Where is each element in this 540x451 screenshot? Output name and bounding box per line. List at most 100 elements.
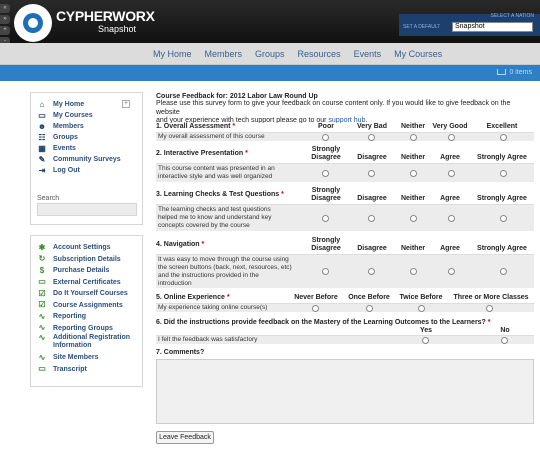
logo-icon[interactable] (14, 4, 52, 42)
column-header: Excellent (486, 123, 518, 130)
dollar-icon: $ (39, 265, 45, 275)
nav-my-home[interactable]: My Home (153, 49, 192, 59)
radio-option[interactable] (500, 170, 507, 177)
sidebar-item-account-settings[interactable]: ✱ Account Settings (37, 242, 142, 254)
radio-option[interactable] (448, 134, 455, 141)
column-header: Yes (419, 327, 433, 334)
sidebar-item-reporting[interactable]: ∿ Reporting (37, 311, 142, 323)
search-input[interactable] (37, 203, 137, 216)
statement: My experience taking online course(s) (158, 304, 268, 311)
monitor-icon: ▭ (38, 110, 46, 120)
nav-groups[interactable]: Groups (255, 49, 285, 59)
sidebar-item-external-certificates[interactable]: ▭ External Certificates (37, 277, 142, 289)
select-nation-label[interactable]: SELECT A NATION (491, 13, 534, 19)
sidebar-item-transcript[interactable]: ▭ Transcript (37, 364, 142, 376)
sidebar-item-purchase-details[interactable]: $ Purchase Details (37, 265, 142, 277)
radio-option[interactable] (500, 215, 507, 222)
column-header: Never Before (294, 294, 338, 301)
sidebar-item-site-members[interactable]: ∿ Site Members (37, 352, 142, 364)
radio-option[interactable] (368, 268, 375, 275)
radio-option[interactable] (500, 268, 507, 275)
column-header: Disagree (357, 154, 387, 161)
leave-feedback-button[interactable]: Leave Feedback (156, 431, 214, 444)
sidebar-item-log-out[interactable]: ⇥ Log Out (37, 165, 142, 176)
chart-line-icon: ∿ (38, 333, 46, 342)
collapse-button[interactable]: « (0, 4, 10, 13)
column-header: Agree (440, 245, 460, 252)
collapse-buttons: « » + - (0, 4, 10, 48)
sidebar-item-label: External Certificates (53, 278, 121, 286)
account-input[interactable]: Snapshot (452, 22, 533, 32)
chart-line-icon: ∿ (38, 311, 46, 321)
question-row: My experience taking online course(s) (156, 303, 534, 312)
question-5: 5. Online Experience * Never Before Once… (156, 294, 534, 312)
expand-button[interactable]: » (0, 15, 10, 24)
survey-intro: Please use this survey form to give your… (156, 100, 534, 126)
sidebar-item-my-home[interactable]: ⌂ My Home (37, 99, 142, 110)
logo-text: CYPHERWORX (56, 8, 155, 24)
sidebar-item-groups[interactable]: ☷ Groups (37, 132, 142, 143)
sidebar-item-label: Members (53, 123, 84, 130)
sidebar-item-additional-registration[interactable]: ∿ Additional Registration Information (37, 334, 142, 352)
radio-option[interactable] (501, 337, 508, 344)
radio-option[interactable] (322, 134, 329, 141)
certificate-icon: ▭ (38, 277, 46, 287)
question-1: 1. Overall Assessment * Poor Very Bad Ne… (156, 123, 534, 141)
sidebar-item-course-assignments[interactable]: ☑ Course Assignments (37, 300, 142, 312)
cart-count: 0 items (509, 69, 532, 76)
radio-option[interactable] (410, 215, 417, 222)
refresh-icon: ↻ (38, 254, 46, 264)
column-header: Strongly Disagree (311, 237, 341, 252)
radio-option[interactable] (410, 134, 417, 141)
radio-option[interactable] (322, 268, 329, 275)
radio-option[interactable] (368, 170, 375, 177)
radio-option[interactable] (486, 305, 493, 312)
sidebar-item-diy-courses[interactable]: ☑ Do It Yourself Courses (37, 288, 142, 300)
radio-option[interactable] (418, 305, 425, 312)
radio-option[interactable] (366, 305, 373, 312)
question-title: 4. Navigation * (156, 241, 205, 248)
radio-option[interactable] (368, 134, 375, 141)
chart-line-icon: ∿ (38, 323, 46, 333)
nav-my-courses[interactable]: My Courses (394, 49, 442, 59)
sidebar-item-events[interactable]: ▦ Events (37, 143, 142, 154)
add-button[interactable]: + (0, 26, 10, 35)
question-3: 3. Learning Checks & Test Questions * St… (156, 187, 534, 231)
question-title: 3. Learning Checks & Test Questions * (156, 191, 284, 198)
sidebar-item-my-courses[interactable]: ▭ My Courses (37, 110, 142, 121)
sidebar-item-reporting-groups[interactable]: ∿ Reporting Groups (37, 323, 142, 335)
groups-icon: ☷ (38, 132, 46, 142)
nav-events[interactable]: Events (354, 49, 382, 59)
question-title: 1. Overall Assessment * (156, 123, 236, 130)
sidebar-item-members[interactable]: ☻ Members (37, 121, 142, 132)
comments-textarea[interactable] (156, 359, 534, 424)
question-title: 6. Did the instructions provide feedback… (156, 319, 491, 326)
question-title: 7. Comments? (156, 349, 205, 356)
question-4: 4. Navigation * Strongly Disagree Disagre… (156, 237, 534, 288)
cart-bar: 0 items (0, 65, 540, 81)
statement: I felt the feedback was satisfactory (158, 336, 258, 343)
question-2: 2. Interactive Presentation * Strongly Di… (156, 146, 534, 182)
radio-option[interactable] (410, 268, 417, 275)
radio-option[interactable] (448, 215, 455, 222)
radio-option[interactable] (500, 134, 507, 141)
radio-option[interactable] (322, 170, 329, 177)
radio-option[interactable] (448, 268, 455, 275)
radio-option[interactable] (410, 170, 417, 177)
sidebar-item-community-surveys[interactable]: ✎ Community Surveys (37, 154, 142, 165)
cart-link[interactable]: 0 items (497, 69, 532, 76)
radio-option[interactable] (422, 337, 429, 344)
chart-line-icon: ∿ (38, 352, 46, 362)
radio-option[interactable] (368, 215, 375, 222)
sidebar-item-subscription-details[interactable]: ↻ Subscription Details (37, 254, 142, 266)
sidebar-item-label: Purchase Details (53, 267, 110, 275)
sidebar-item-label: Community Surveys (53, 156, 121, 163)
radio-option[interactable] (322, 215, 329, 222)
sidebar-item-label: Site Members (53, 354, 99, 362)
nav-resources[interactable]: Resources (298, 49, 341, 59)
nav-members[interactable]: Members (205, 49, 243, 59)
radio-option[interactable] (448, 170, 455, 177)
column-header: No (500, 327, 510, 334)
radio-option[interactable] (312, 305, 319, 312)
column-header: Strongly Disagree (311, 146, 341, 161)
